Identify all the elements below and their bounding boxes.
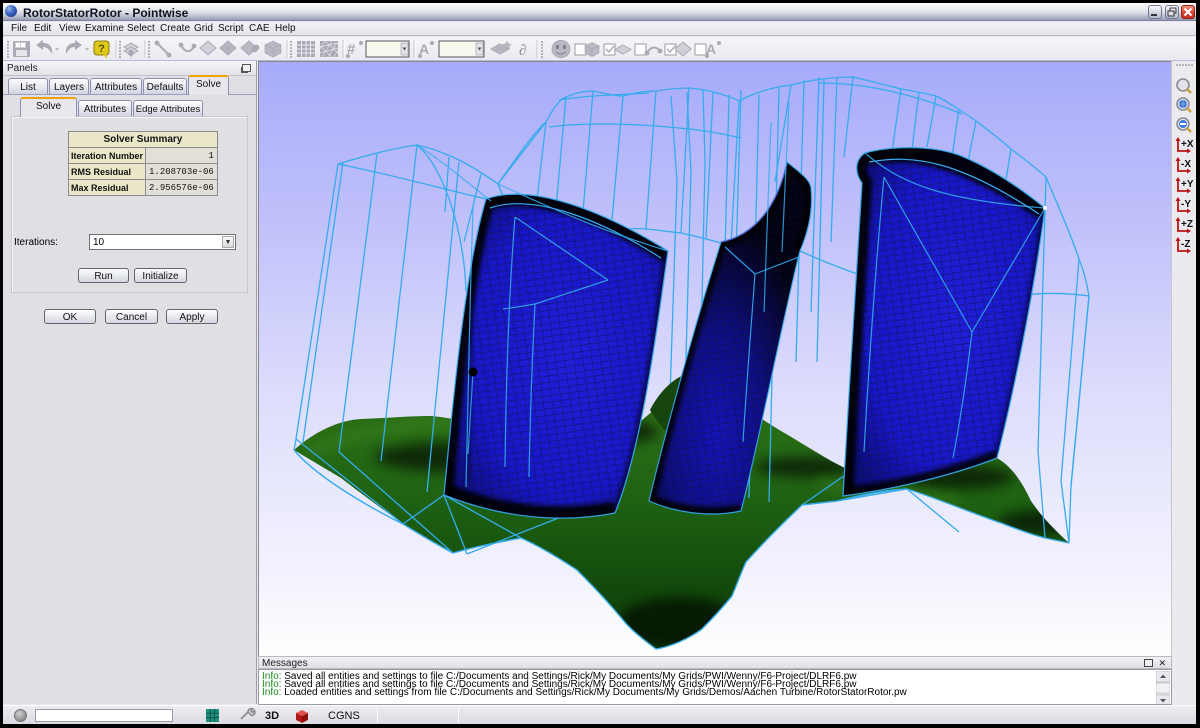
- svg-text:-X: -X: [1181, 159, 1191, 170]
- svg-text:+Y: +Y: [1181, 179, 1194, 190]
- svg-text:-Y: -Y: [1181, 199, 1191, 210]
- svg-text:+Z: +Z: [1181, 219, 1193, 230]
- svg-text:CGNS: CGNS: [328, 710, 360, 722]
- svg-text:+X: +X: [1181, 139, 1194, 150]
- svg-text:-Z: -Z: [1181, 239, 1190, 250]
- svg-text:?: ?: [98, 43, 105, 55]
- svg-text:∂: ∂: [519, 43, 526, 59]
- svg-text:3D: 3D: [265, 710, 279, 722]
